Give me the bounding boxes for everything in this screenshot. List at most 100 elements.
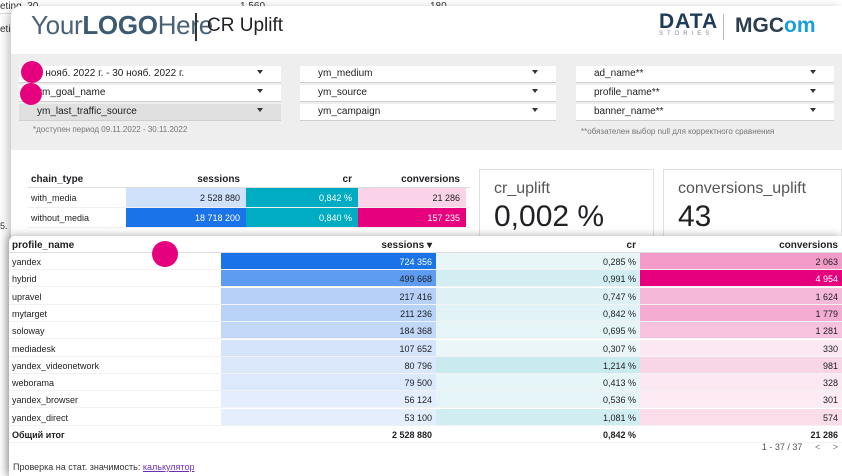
chevron-down-icon <box>257 70 263 74</box>
table-cell: weborama <box>12 378 55 389</box>
conversions-uplift-scorecard: conversions_uplift 43 <box>663 169 842 244</box>
report-header: YourLOGOHere CR Uplift DATA STORIES MGCo… <box>11 6 842 48</box>
table-cell: 330 <box>640 339 842 356</box>
sort-column-header[interactable]: sessions ▾ <box>221 236 436 252</box>
table-cell: 0,536 % <box>436 391 640 408</box>
ym-last-traffic-source-filter[interactable]: ym_last_traffic_source <box>19 104 281 121</box>
table-cell: 301 <box>640 391 842 408</box>
column-header[interactable]: profile_name <box>12 236 74 252</box>
column-header[interactable]: sessions <box>126 169 246 187</box>
table-cell: 0,307 % <box>436 339 640 356</box>
table-cell: 2 528 880 <box>391 430 432 440</box>
table-cell: 0,413 % <box>436 374 640 391</box>
table-cell: 80 796 <box>221 356 436 373</box>
table-cell: 499 668 <box>221 270 436 287</box>
table-row[interactable]: soloway 184 368 0,695 % 1 281 <box>9 322 842 340</box>
ym-campaign-filter[interactable]: ym_campaign <box>300 104 556 121</box>
ym-source-filter[interactable]: ym_source <box>300 85 556 102</box>
profile-table: profile_name sessions ▾ cr conversions y… <box>9 236 842 476</box>
profile-name-filter[interactable]: profile_name** <box>576 85 834 102</box>
table-cell: 0,991 % <box>436 270 640 287</box>
next-page-button[interactable]: > <box>833 442 838 452</box>
null-selection-note: **обязателен выбор null для корректного … <box>581 127 775 136</box>
scorecard-label: conversions_uplift <box>678 180 807 197</box>
table-cell: mediadesk <box>12 343 56 354</box>
table-cell: 0,842 % <box>436 304 640 321</box>
column-header[interactable]: cr <box>246 169 358 187</box>
table-cell: yandex_browser <box>12 395 79 406</box>
column-header[interactable]: cr <box>436 236 640 252</box>
table-row[interactable]: yandex_videonetwork 80 796 1,214 % 981 <box>9 356 842 374</box>
pagination-range: 1 - 37 / 37 <box>761 442 803 452</box>
table-cell: soloway <box>12 326 45 337</box>
table-cell: 0,842 % <box>602 430 636 440</box>
table-row[interactable]: weborama 79 500 0,413 % 328 <box>9 374 842 392</box>
background-label: 5. <box>0 221 8 231</box>
table-cell: 981 <box>640 356 842 373</box>
table-cell: 0,747 % <box>436 287 640 304</box>
chevron-down-icon <box>532 89 538 93</box>
ad-name-filter[interactable]: ad_name** <box>576 66 834 83</box>
table-row[interactable]: hybrid 499 668 0,991 % 4 954 <box>9 270 842 288</box>
table-cell: 0,842 % <box>246 188 358 207</box>
column-header[interactable]: chain_type <box>31 169 83 187</box>
table-cell: 1 281 <box>640 322 842 339</box>
table-cell: 1 779 <box>640 304 842 321</box>
table-cell: 0,285 % <box>436 253 640 269</box>
table-cell: yandex_direct <box>12 412 69 423</box>
data-stories-logo: DATA STORIES <box>659 10 719 37</box>
table-cell: 217 416 <box>221 287 436 304</box>
table-cell: without_media <box>31 213 90 223</box>
table-cell: 574 <box>640 408 842 425</box>
table-row[interactable]: upravel 217 416 0,747 % 1 624 <box>9 287 842 305</box>
table-cell: 53 100 <box>221 408 436 425</box>
table-row[interactable]: mediadesk 107 652 0,307 % 330 <box>9 339 842 357</box>
table-row[interactable]: yandex_browser 56 124 0,536 % 301 <box>9 391 842 409</box>
pagination: 1 - 37 / 37 < > <box>762 442 838 452</box>
company-logo: YourLOGOHere <box>31 10 213 40</box>
table-cell: 2 063 <box>640 253 842 269</box>
table-cell: 1,214 % <box>436 356 640 373</box>
chevron-down-icon <box>257 89 263 93</box>
prev-page-button[interactable]: < <box>815 442 820 452</box>
chevron-down-icon <box>532 108 538 112</box>
table-header: chain_type sessions cr conversions <box>28 169 470 188</box>
column-header[interactable]: conversions <box>358 169 466 187</box>
chevron-down-icon <box>257 108 263 112</box>
table-cell: yandex_videonetwork <box>12 360 100 371</box>
column-header[interactable]: conversions <box>640 236 842 252</box>
table-cell: 1 624 <box>640 287 842 304</box>
table-row[interactable]: yandex 724 356 0,285 % 2 063 <box>9 253 842 270</box>
table-cell: 2 528 880 <box>126 188 246 207</box>
chain-type-table: chain_type sessions cr conversions with_… <box>28 169 470 228</box>
table-cell: Общий итог <box>12 430 65 440</box>
total-row: Общий итог 2 528 880 0,842 % 21 286 <box>9 426 842 443</box>
table-cell: upravel <box>12 291 42 302</box>
date-range-picker[interactable]: 9 нояб. 2022 г. - 30 нояб. 2022 г. <box>19 66 281 83</box>
background-label: eti <box>0 24 11 35</box>
table-cell: 1,081 % <box>436 408 640 425</box>
annotation-dot <box>21 61 43 83</box>
table-row[interactable]: mytarget 211 236 0,842 % 1 779 <box>9 304 842 322</box>
page-title: CR Uplift <box>207 15 284 36</box>
title-divider <box>195 13 197 41</box>
table-header: profile_name sessions ▾ cr conversions <box>9 236 842 253</box>
ym-medium-filter[interactable]: ym_medium <box>300 66 556 83</box>
ym-goal-name-filter[interactable]: ym_goal_name <box>19 85 281 102</box>
table-cell: 107 652 <box>221 339 436 356</box>
chevron-down-icon <box>810 108 816 112</box>
footer-note: Проверка на стат. значимость: калькулято… <box>13 462 195 472</box>
table-cell: mytarget <box>12 308 48 319</box>
table-cell: hybrid <box>12 274 37 285</box>
table-cell: with_media <box>31 193 77 203</box>
table-cell: yandex <box>12 257 42 267</box>
scorecard-value: 0,002 % <box>494 200 605 233</box>
table-cell: 724 356 <box>221 253 436 269</box>
table-cell: 211 236 <box>221 304 436 321</box>
calculator-link[interactable]: калькулятор <box>143 462 195 472</box>
cr-uplift-scorecard: cr_uplift 0,002 % <box>479 169 654 244</box>
mgcom-logo: MGCom <box>735 14 816 37</box>
scorecard-label: cr_uplift <box>494 180 551 197</box>
table-row[interactable]: yandex_direct 53 100 1,081 % 574 <box>9 408 842 426</box>
banner-name-filter[interactable]: banner_name** <box>576 104 834 121</box>
